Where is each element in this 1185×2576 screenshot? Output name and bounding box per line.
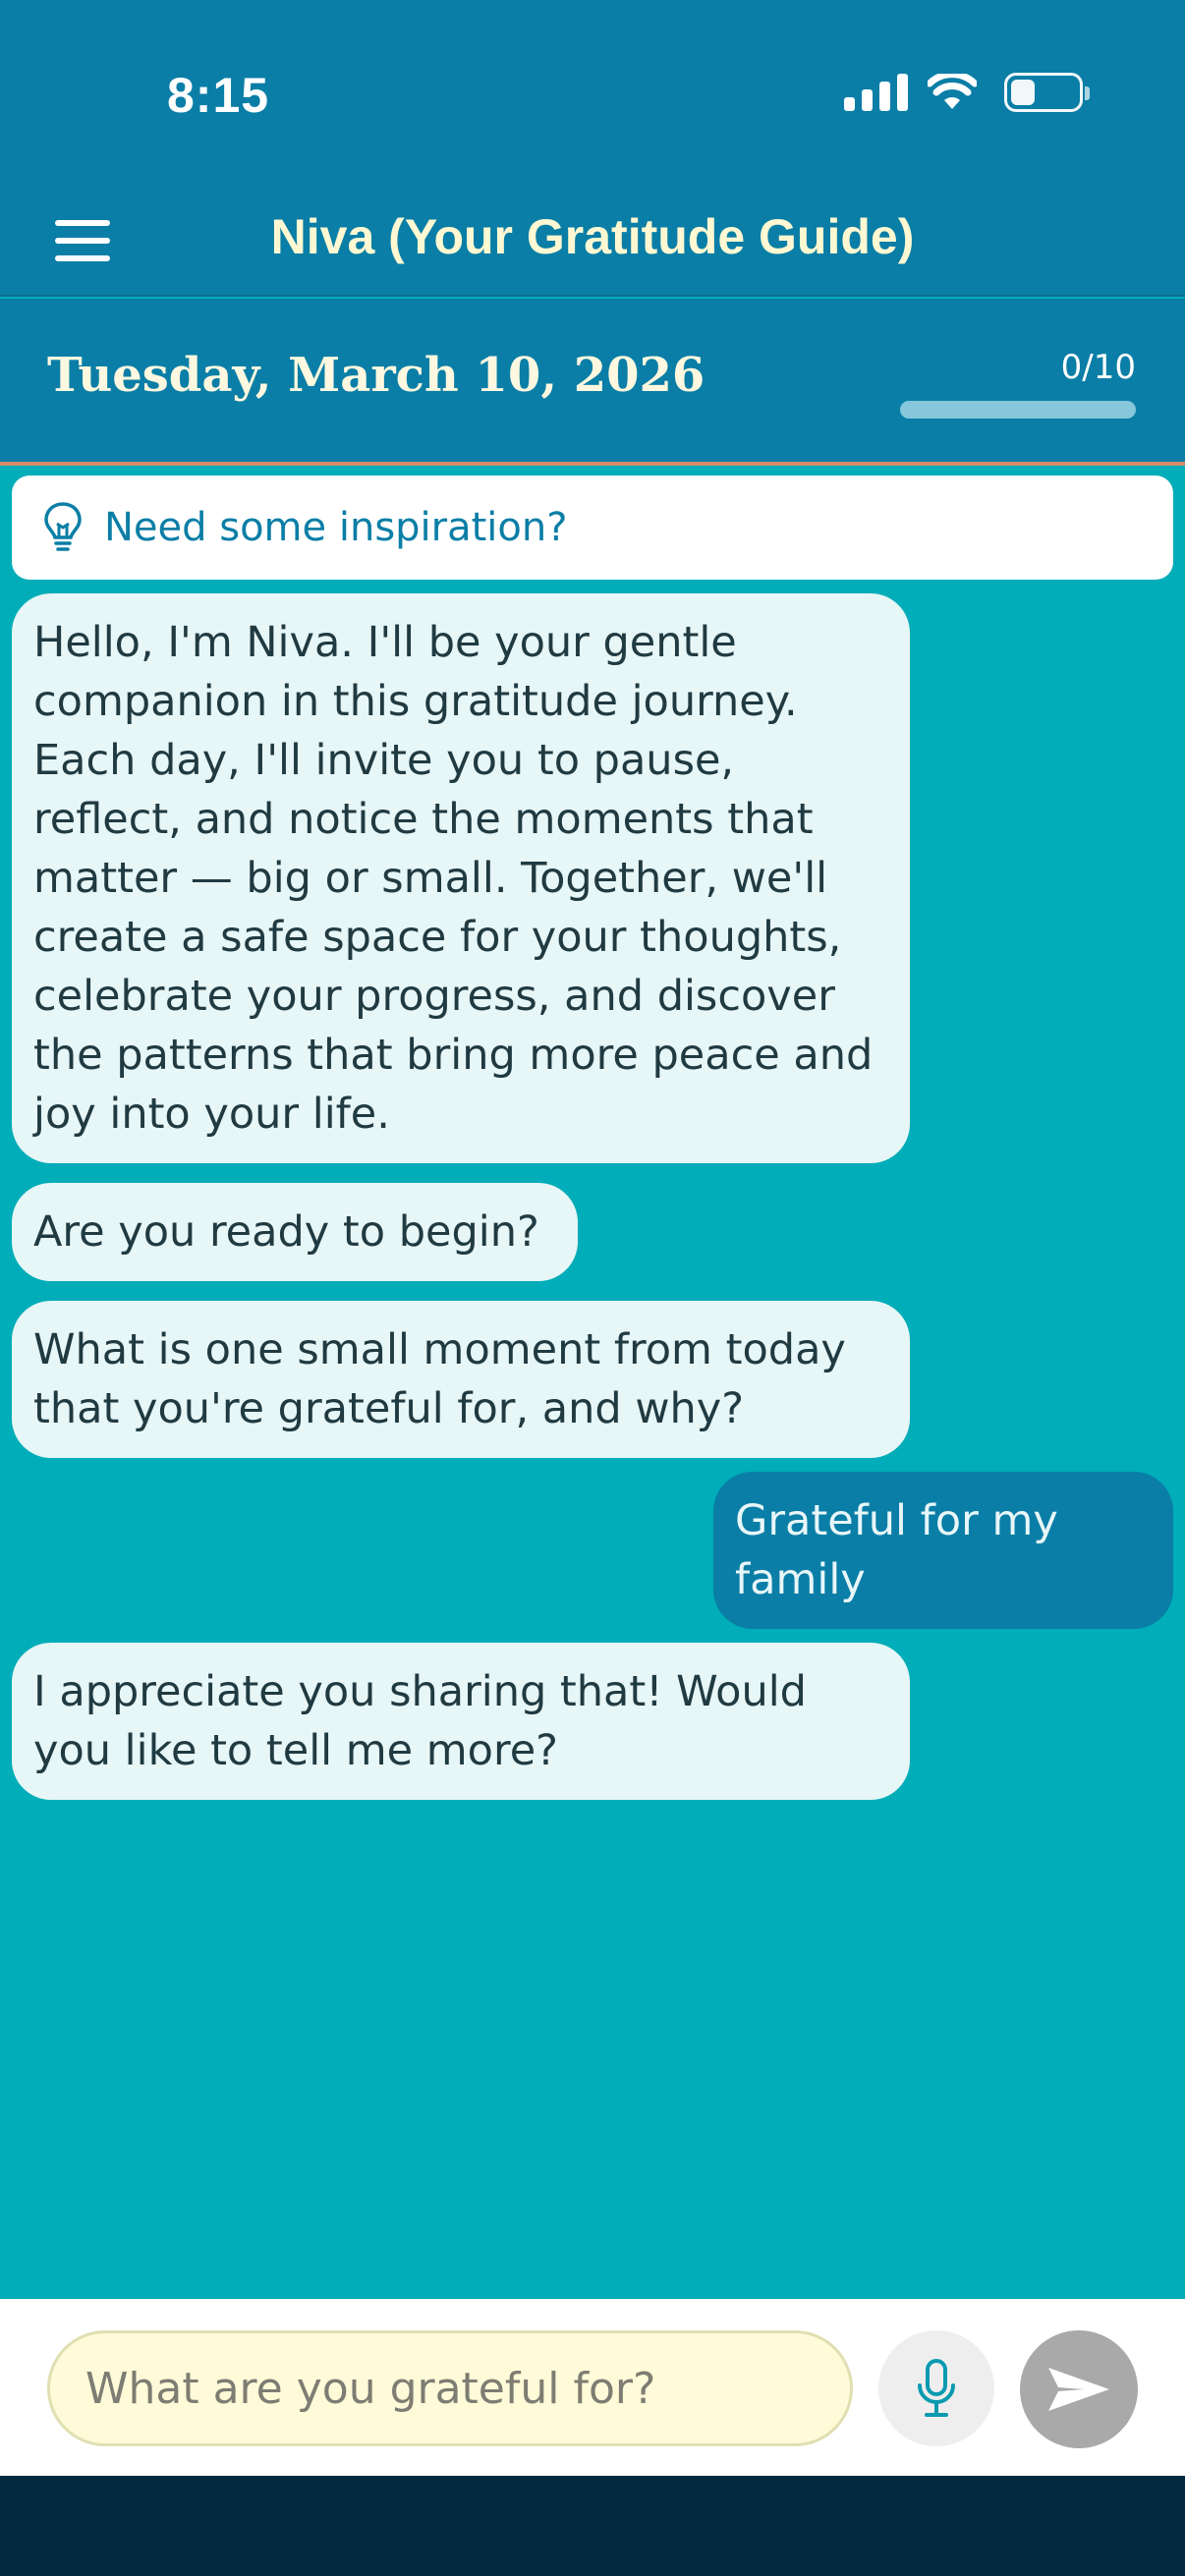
wifi-icon [928,74,977,109]
chat-message-bot: Are you ready to begin? [12,1183,578,1281]
cellular-signal-icon [844,74,908,111]
page-title: Niva (Your Gratitude Guide) [270,209,915,264]
chat-message-bot: I appreciate you sharing that! Would you… [12,1643,910,1800]
chat-message-bot: What is one small moment from today that… [12,1301,910,1458]
status-icons [844,73,1090,112]
gratitude-input[interactable] [47,2330,853,2446]
battery-icon [1004,73,1090,112]
inspiration-label: Need some inspiration? [104,505,568,550]
lightbulb-icon [44,502,82,551]
date-bar: Tuesday, March 10, 2026 0/10 [0,299,1185,466]
status-time: 8:15 [167,68,270,123]
app-header: Niva (Your Gratitude Guide) [0,187,1185,297]
message-text: Are you ready to begin? [33,1207,539,1257]
chat-message-user: Grateful for my family [713,1472,1173,1629]
message-text: I appreciate you sharing that! Would you… [33,1667,807,1775]
send-icon [1048,2368,1109,2411]
message-text: Hello, I'm Niva. I'll be your gentle com… [33,618,874,1139]
status-bar: 8:15 [0,0,1185,187]
progress-count: 0/10 [1060,348,1136,387]
send-button[interactable] [1020,2330,1138,2448]
message-text: What is one small moment from today that… [33,1325,846,1433]
microphone-button[interactable] [878,2330,994,2446]
home-indicator-area [0,2476,1185,2576]
date-label: Tuesday, March 10, 2026 [47,348,705,403]
microphone-icon [918,2359,955,2417]
message-text: Grateful for my family [735,1496,1058,1604]
inspiration-button[interactable]: Need some inspiration? [12,476,1173,580]
message-composer [0,2299,1185,2476]
chat-message-bot: Hello, I'm Niva. I'll be your gentle com… [12,593,910,1163]
progress-bar [900,401,1136,419]
